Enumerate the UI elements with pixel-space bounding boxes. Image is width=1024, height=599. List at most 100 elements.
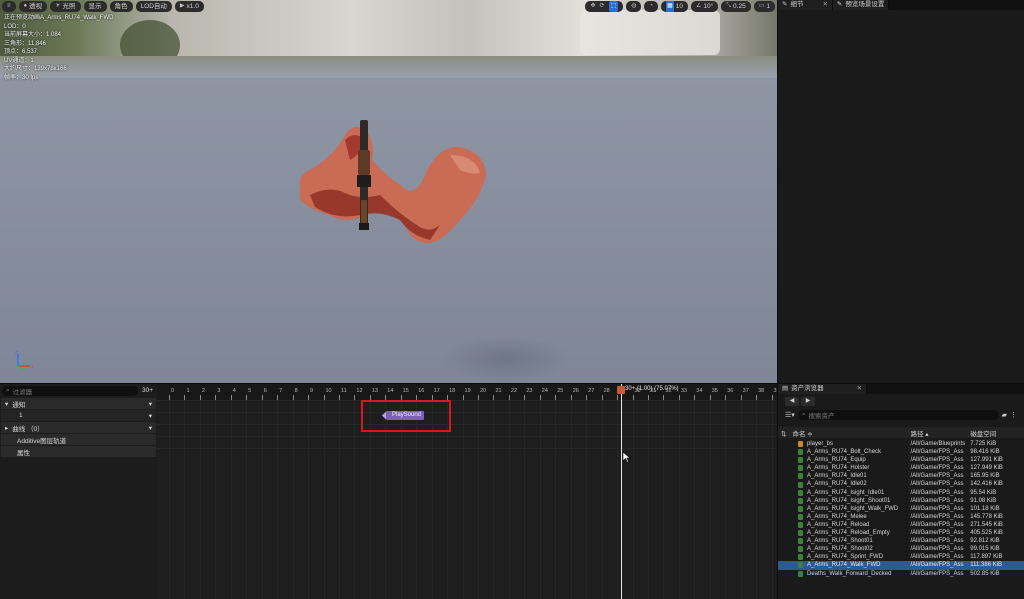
ruler-tick-label: 5 bbox=[248, 388, 252, 394]
ruler-tick-label: 34 bbox=[696, 388, 703, 394]
asset-name-cell: A_Arms_RU74_Shoot02 bbox=[778, 545, 908, 553]
ruler-tick-label: 19 bbox=[464, 388, 471, 394]
column-size[interactable]: 磁盘空间 bbox=[967, 428, 1024, 438]
asset-name-cell: A_Arms_RU74_Isight_Walk_FWD bbox=[778, 505, 908, 513]
asset-row[interactable]: A_Arms_RU74_Melee/All/Game/FPS_Ass 145.77… bbox=[778, 513, 1024, 521]
asset-search-input[interactable]: ⌕ 搜索资产 bbox=[797, 410, 999, 420]
ruler-tick-label: 15 bbox=[402, 388, 409, 394]
dropdown-icon[interactable]: ▾ bbox=[149, 400, 152, 408]
track-attributes[interactable]: 属性 bbox=[1, 446, 156, 457]
asset-row[interactable]: A_Arms_RU74_Reload/All/Game/FPS_Ass 271.5… bbox=[778, 521, 1024, 529]
track-curves[interactable]: ▸ 曲线 （0） ▾ bbox=[1, 422, 156, 433]
asset-row[interactable]: A_Arms_RU74_Shoot01/All/Game/FPS_Ass 92.8… bbox=[778, 537, 1024, 545]
asset-row[interactable]: player_bs/All/Game/Blueprints 7.725 KiB bbox=[778, 440, 1024, 448]
column-name[interactable]: ⇅ 命名 ≑ bbox=[778, 428, 907, 438]
asset-path: /All/Game/FPS_Ass bbox=[910, 513, 964, 520]
scale-snap-button[interactable]: ⤡ 0.25 bbox=[721, 1, 751, 12]
filter-icon[interactable]: ☰▾ bbox=[785, 411, 795, 419]
ruler-tick-label: 8 bbox=[294, 388, 298, 394]
track-separator bbox=[157, 400, 777, 401]
asset-row[interactable]: A_Arms_RU74_Equip/All/Game/FPS_Ass 127.99… bbox=[778, 456, 1024, 464]
asset-size: 91.08 KiB bbox=[970, 497, 997, 504]
collapse-icon[interactable]: ▾ bbox=[5, 400, 8, 408]
asset-row[interactable]: A_Arms_RU74_Isight_Idle01/All/Game/FPS_A… bbox=[778, 489, 1024, 497]
asset-row[interactable]: A_Arms_RU74_Shoot02/All/Game/FPS_Ass 99.0… bbox=[778, 545, 1024, 553]
playhead[interactable] bbox=[621, 384, 622, 599]
asset-size: 111.386 KiB bbox=[970, 562, 1003, 569]
tab-preview-scene-settings[interactable]: ✎ 预览场景设置 bbox=[832, 0, 890, 10]
timeline-ruler[interactable]: 0 1 2 3 4 5 6 7 8 9 10 11 12 13 14 15 16 17 18 19 20 21 22 23 24… bbox=[157, 384, 777, 400]
asset-name: A_Arms_RU74_Reload bbox=[807, 521, 870, 528]
settings-icon[interactable]: ⋮ bbox=[1010, 411, 1017, 419]
lit-button[interactable]: ☀ 光照 bbox=[50, 1, 81, 12]
ruler-tick-label: 25 bbox=[557, 388, 564, 394]
animation-sequence-icon bbox=[798, 513, 803, 520]
dropdown-icon[interactable]: ▾ bbox=[149, 412, 152, 420]
preview-viewport[interactable]: ≡ ● 透视 ☀ 光照 显示 角色 LOD自动 ▶ x1.0 ✥ ⟳ ⬚ ◍ ◔ ▦ 1… bbox=[0, 0, 777, 383]
grid-snap-icon: ▦ bbox=[666, 1, 674, 12]
asset-name: A_Arms_RU74_Shoot01 bbox=[807, 538, 873, 545]
asset-row[interactable]: A_Arms_RU74_Isight_Walk_FWD/All/Game/FPS… bbox=[778, 505, 1024, 513]
grid-line bbox=[678, 400, 680, 599]
asset-row[interactable]: A_Arms_RU74_Isight_Shoot01/All/Game/FPS_… bbox=[778, 497, 1024, 505]
asset-row[interactable]: A_Arms_RU74_Sprint_FWD/All/Game/FPS_Ass 1… bbox=[778, 553, 1024, 561]
camera-speed-button[interactable]: ▭ 1 bbox=[753, 1, 775, 12]
back-arrow-icon[interactable]: ◀ bbox=[785, 397, 799, 406]
surface-snap-button[interactable]: ◔ bbox=[644, 1, 659, 12]
ruler-tick-label: 27 bbox=[588, 388, 595, 394]
transform-mode-group[interactable]: ✥ ⟳ ⬚ bbox=[585, 1, 624, 12]
track-notifies[interactable]: ▾ 通知 ▾ bbox=[1, 398, 156, 409]
world-local-button[interactable]: ◍ bbox=[626, 1, 642, 12]
asset-row[interactable]: A_Arms_RU74_Reload_Empty/All/Game/FPS_As… bbox=[778, 529, 1024, 537]
folder-icon[interactable]: ▰ bbox=[1002, 411, 1007, 419]
playhead-handle[interactable] bbox=[617, 386, 625, 394]
close-icon[interactable]: ✕ bbox=[857, 384, 862, 394]
playback-speed-button[interactable]: ▶ x1.0 bbox=[174, 1, 204, 12]
pencil-icon: ✎ bbox=[782, 1, 788, 8]
grid-line bbox=[694, 400, 696, 599]
track-notify-1[interactable]: 1 ▾ bbox=[1, 410, 156, 421]
column-path[interactable]: 路径 ▴ bbox=[907, 428, 967, 438]
asset-row[interactable]: A_Arms_RU74_Idle01/All/Game/FPS_Ass 165.9… bbox=[778, 472, 1024, 480]
expand-icon[interactable]: ▸ bbox=[5, 424, 8, 432]
timeline[interactable]: 0 1 2 3 4 5 6 7 8 9 10 11 12 13 14 15 16 17 18 19 20 21 22 23 24… bbox=[157, 383, 777, 599]
lod-auto-button[interactable]: LOD自动 bbox=[135, 1, 172, 12]
grid-line bbox=[478, 400, 479, 599]
angle-snap-button[interactable]: ∠ 10° bbox=[691, 1, 719, 12]
scale-icon[interactable]: ⬚ bbox=[608, 1, 619, 12]
asset-row[interactable]: Deaths_Walk_Forward_Decked/All/Game/FPS_… bbox=[778, 570, 1024, 578]
asset-row[interactable]: A_Arms_RU74_Bolt_Check/All/Game/FPS_Ass 9… bbox=[778, 448, 1024, 456]
grid-line bbox=[771, 400, 773, 599]
rotate-icon[interactable]: ⟳ bbox=[600, 1, 605, 12]
track-filter-input[interactable]: ⌕ 过滤器 bbox=[2, 386, 138, 396]
animation-sequence-icon bbox=[798, 465, 803, 472]
dropdown-icon[interactable]: ▾ bbox=[149, 424, 152, 432]
grid-snap-button[interactable]: ▦ 10 bbox=[661, 1, 688, 12]
viewport-stats: 正在预览动画A_Arms_RU74_Walk_FWD LOD：0 当前屏幕大小：… bbox=[4, 14, 113, 82]
grid-line bbox=[215, 400, 217, 599]
tab-details[interactable]: ✎ 细节 ✕ bbox=[778, 0, 833, 10]
mouse-cursor-icon bbox=[623, 452, 631, 463]
character-button[interactable]: 角色 bbox=[109, 1, 133, 12]
move-icon[interactable]: ✥ bbox=[590, 1, 595, 12]
asset-row[interactable]: A_Arms_RU74_Idle02/All/Game/FPS_Ass 142.4… bbox=[778, 480, 1024, 488]
track-additive-layers[interactable]: Additive图层轨道 bbox=[1, 434, 156, 445]
show-button[interactable]: 显示 bbox=[83, 1, 107, 12]
asset-row[interactable]: A_Arms_RU74_Holster/All/Game/FPS_Ass 127.… bbox=[778, 464, 1024, 472]
viewport-menu-button[interactable]: ≡ bbox=[2, 1, 16, 12]
asset-size: 405.525 KiB bbox=[970, 530, 1003, 537]
asset-size: 95.54 KiB bbox=[970, 489, 997, 496]
ruler-tick-label: 14 bbox=[387, 388, 394, 394]
asset-name-cell: A_Arms_RU74_Shoot01 bbox=[778, 537, 908, 545]
scale-snap-icon: ⤡ bbox=[726, 3, 732, 9]
asset-row[interactable]: A_Arms_RU74_Walk_FWD/All/Game/FPS_Ass 111… bbox=[778, 561, 1024, 570]
forward-arrow-icon[interactable]: ▶ bbox=[801, 397, 815, 406]
grid-line bbox=[740, 400, 742, 599]
animation-sequence-icon bbox=[798, 546, 803, 553]
close-icon[interactable]: ✕ bbox=[822, 0, 827, 10]
ruler-tick-label: 10 bbox=[325, 388, 332, 394]
perspective-button[interactable]: ● 透视 bbox=[18, 1, 48, 12]
tab-asset-browser[interactable]: ▤ 资产浏览器 ✕ bbox=[778, 384, 868, 394]
stat-line: 当前屏幕大小：1.084 bbox=[4, 32, 62, 38]
column-settings-icon[interactable]: ⇅ bbox=[781, 431, 786, 438]
